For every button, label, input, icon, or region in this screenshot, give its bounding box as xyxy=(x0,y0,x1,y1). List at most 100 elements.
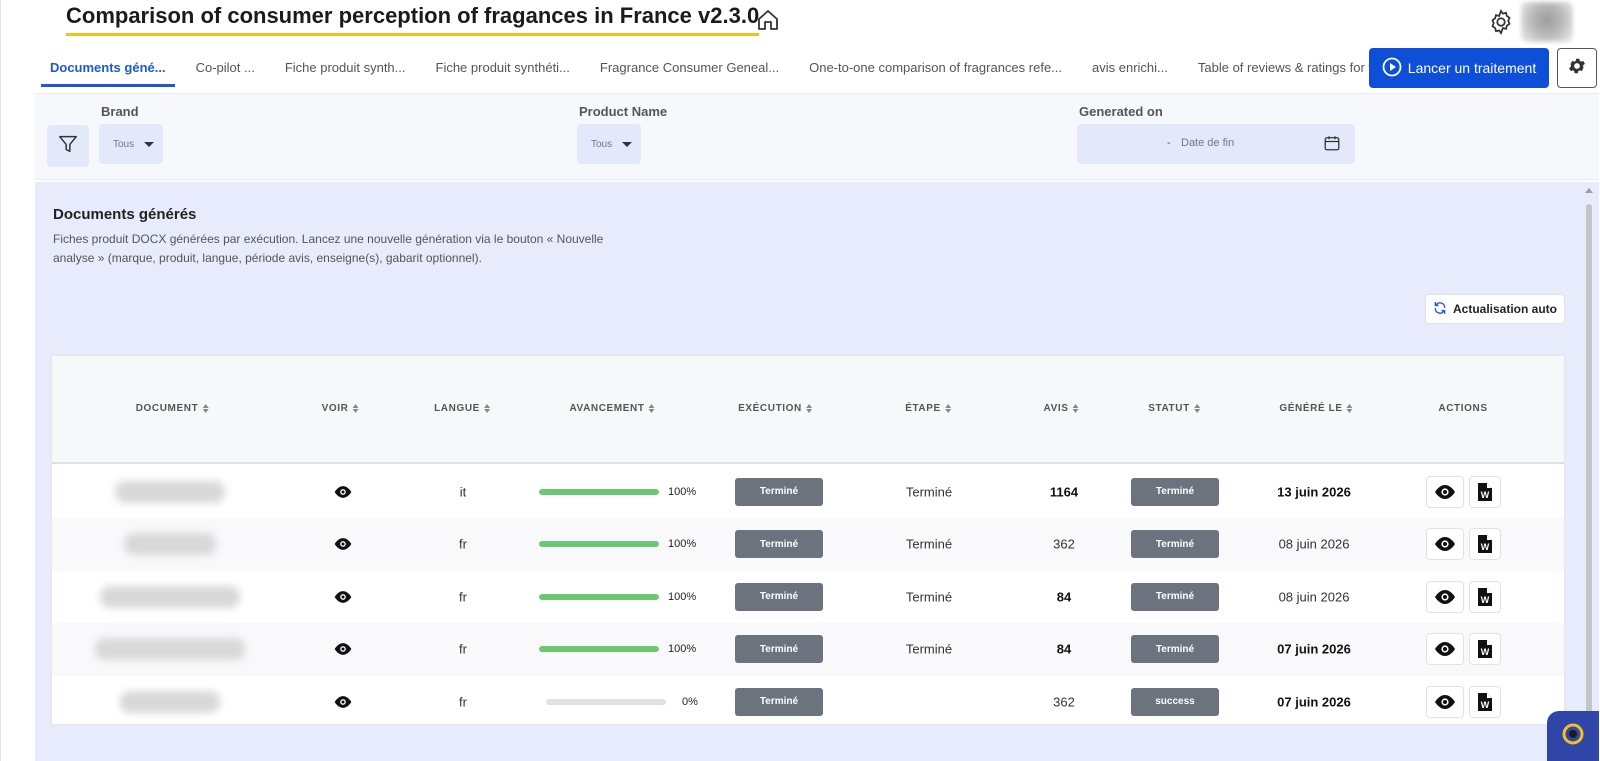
end-date-input[interactable]: Date de fin xyxy=(1181,137,1234,149)
generated-filter-label: Generated on xyxy=(1079,104,1163,119)
word-document-icon: W xyxy=(1477,639,1493,659)
document-name-redacted[interactable] xyxy=(95,638,245,660)
eye-icon xyxy=(1433,484,1457,500)
play-circle-icon xyxy=(1382,57,1402,80)
status-badge: Terminé xyxy=(1131,530,1219,558)
filter-toggle-button[interactable] xyxy=(47,125,89,167)
view-eye-icon[interactable] xyxy=(333,485,353,499)
chat-widget-button[interactable] xyxy=(1547,711,1599,761)
progress-fill xyxy=(539,646,659,652)
column-header-genere-le[interactable]: GÉNÉRÉ LE xyxy=(1279,403,1353,414)
execution-badge: Terminé xyxy=(735,635,823,663)
download-word-button[interactable]: W xyxy=(1469,580,1501,613)
download-word-button[interactable]: W xyxy=(1469,633,1501,665)
sort-icon xyxy=(648,404,655,413)
view-action-button[interactable] xyxy=(1426,528,1464,560)
tab-bar: Documents géné... Co-pilot ... Fiche pro… xyxy=(41,50,1423,88)
table-row: fr 100% Terminé Terminé 84 Terminé 07 juin 202… xyxy=(52,622,1564,676)
column-header-execution[interactable]: EXÉCUTION xyxy=(738,403,812,414)
sort-icon xyxy=(805,404,812,413)
column-header-document[interactable]: DOCUMENT xyxy=(136,403,209,414)
tab-fiche-produit-synth[interactable]: Fiche produit synth... xyxy=(276,50,415,87)
section-description: Fiches produit DOCX générées par exécuti… xyxy=(53,232,604,265)
chat-widget-icon xyxy=(1560,721,1586,752)
brand-filter-value: Tous xyxy=(113,138,135,150)
sort-icon xyxy=(202,404,209,413)
avatar[interactable] xyxy=(1521,2,1573,42)
launch-processing-button[interactable]: Lancer un traitement xyxy=(1369,48,1549,88)
column-header-label: VOIR xyxy=(321,403,349,414)
sort-icon xyxy=(483,404,490,413)
sort-icon xyxy=(1193,404,1200,413)
column-header-avis[interactable]: AVIS xyxy=(1044,403,1079,414)
brand-filter-select[interactable]: Tous xyxy=(99,124,163,164)
main-content: Documents générés Fiches produit DOCX gé… xyxy=(35,182,1599,761)
eye-icon xyxy=(1433,536,1457,552)
view-action-button[interactable] xyxy=(1426,580,1464,613)
view-eye-icon[interactable] xyxy=(333,695,353,709)
eye-icon xyxy=(1433,694,1457,710)
view-eye-icon[interactable] xyxy=(333,590,353,604)
date-range-picker[interactable]: - Date de fin xyxy=(1077,124,1355,164)
product-filter-select[interactable]: Tous xyxy=(577,124,641,164)
view-eye-icon[interactable] xyxy=(333,642,353,656)
document-name-redacted[interactable] xyxy=(120,690,220,713)
sort-icon xyxy=(944,404,951,413)
column-header-statut[interactable]: STATUT xyxy=(1148,403,1200,414)
stage-cell: Terminé xyxy=(905,536,953,552)
status-badge: Terminé xyxy=(1131,477,1219,506)
chevron-down-icon xyxy=(144,141,155,147)
view-action-button[interactable] xyxy=(1426,475,1464,508)
home-icon[interactable] xyxy=(756,8,780,32)
table-header: DOCUMENT VOIR LANGUE AVANCEMENT EXÉCUTIO… xyxy=(52,356,1564,464)
column-header-voir[interactable]: VOIR xyxy=(322,403,359,414)
view-action-button[interactable] xyxy=(1426,633,1464,665)
column-header-label: AVIS xyxy=(1043,403,1069,414)
chevron-down-icon xyxy=(622,141,633,147)
progress-fill xyxy=(539,541,659,547)
progress-percent: 100% xyxy=(668,485,697,498)
document-name-redacted[interactable] xyxy=(115,480,225,503)
refresh-icon xyxy=(1433,301,1447,318)
settings-button[interactable] xyxy=(1557,48,1597,88)
execution-badge: Terminé xyxy=(735,477,823,506)
generated-date-cell: 07 juin 2026 xyxy=(1277,694,1351,709)
view-eye-icon[interactable] xyxy=(333,537,353,551)
column-header-langue[interactable]: LANGUE xyxy=(434,403,490,414)
tab-fiche-produit-syntheti[interactable]: Fiche produit synthéti... xyxy=(427,50,579,87)
download-word-button[interactable]: W xyxy=(1469,528,1501,560)
document-name-redacted[interactable] xyxy=(100,585,240,608)
column-header-label: ACTIONS xyxy=(1438,403,1488,414)
tab-fragrance-consumer-geneal[interactable]: Fragrance Consumer Geneal... xyxy=(591,50,788,87)
column-header-label: DOCUMENT xyxy=(135,403,199,414)
column-header-avancement[interactable]: AVANCEMENT xyxy=(569,403,655,414)
auto-refresh-button[interactable]: Actualisation auto xyxy=(1425,294,1565,324)
download-word-button[interactable]: W xyxy=(1469,475,1501,508)
section-title: Documents générés xyxy=(53,206,197,223)
scrollbar-thumb[interactable] xyxy=(1586,204,1592,761)
vertical-scrollbar[interactable] xyxy=(1583,186,1595,761)
gear-icon[interactable] xyxy=(1487,8,1515,36)
stage-cell: Terminé xyxy=(905,641,953,657)
table-row: it 100% Terminé Terminé 1164 Terminé 13 juin 2… xyxy=(52,465,1564,518)
auto-refresh-label: Actualisation auto xyxy=(1452,302,1557,316)
document-name-redacted[interactable] xyxy=(124,533,216,555)
header: Comparison of consumer perception of fra… xyxy=(1,0,1600,45)
tab-avis-enrichi[interactable]: avis enrichi... xyxy=(1083,50,1177,87)
svg-text:W: W xyxy=(1481,700,1490,710)
generated-date-cell: 08 juin 2026 xyxy=(1278,589,1350,604)
tab-documents-generes[interactable]: Documents géné... xyxy=(41,50,175,87)
status-badge: success xyxy=(1131,687,1219,716)
view-action-button[interactable] xyxy=(1426,685,1464,718)
status-badge: Terminé xyxy=(1131,635,1219,663)
column-header-label: EXÉCUTION xyxy=(738,403,802,414)
word-document-icon: W xyxy=(1477,534,1493,554)
scroll-up-icon[interactable] xyxy=(1585,188,1593,193)
column-header-etape[interactable]: ÉTAPE xyxy=(905,403,951,414)
column-header-label: AVANCEMENT xyxy=(569,403,645,414)
calendar-icon[interactable] xyxy=(1323,134,1341,155)
tab-one-to-one-comparison[interactable]: One-to-one comparison of fragrances refe… xyxy=(800,50,1071,87)
tab-co-pilot[interactable]: Co-pilot ... xyxy=(187,50,264,87)
reviews-count-cell: 84 xyxy=(1056,641,1072,657)
download-word-button[interactable]: W xyxy=(1469,685,1501,718)
